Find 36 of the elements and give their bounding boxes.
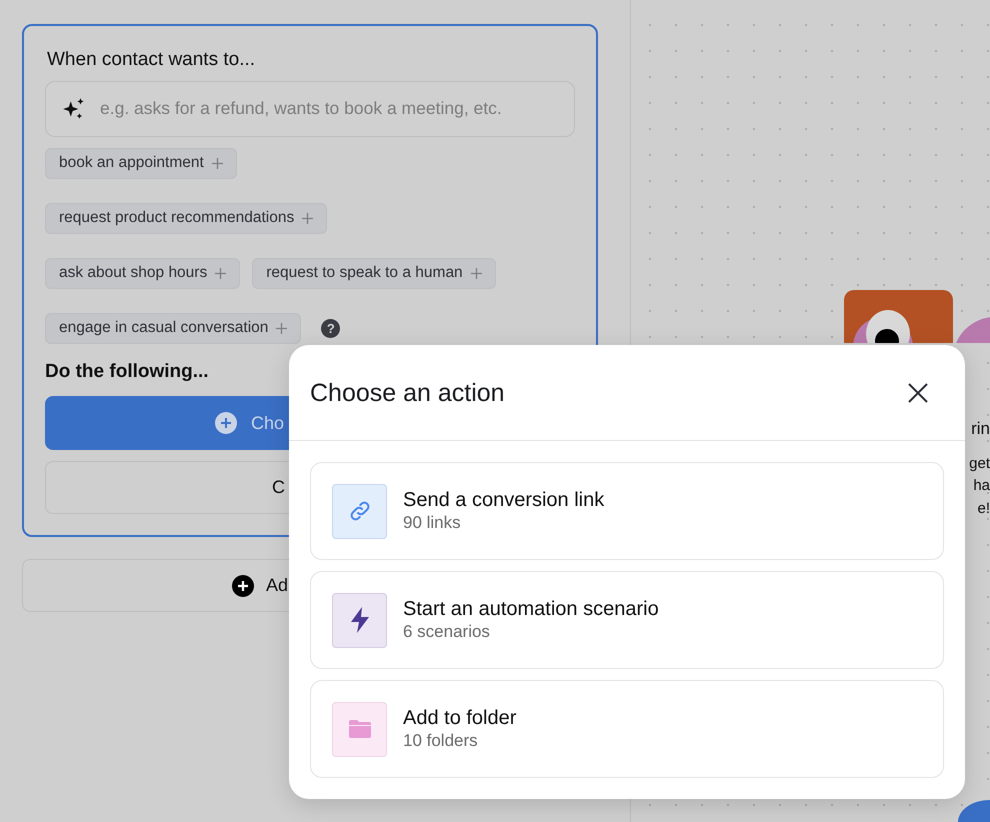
floating-button[interactable] [958,800,990,822]
lightning-icon [348,607,370,633]
plus-circle-icon [232,574,254,596]
heading-text: rin [971,420,990,437]
plus-icon [212,158,223,170]
close-button[interactable] [907,382,929,404]
suggestion-chip[interactable]: engage in casual conversation [45,312,302,344]
option-title: Add to folder [403,706,516,730]
dialog-title: Choose an action [310,378,505,408]
body-text: ha [973,478,990,493]
suggestion-chip[interactable]: ask about shop hours [45,258,240,288]
body-text: e! [977,501,990,516]
suggestion-chip[interactable]: request product recommendations [45,202,328,234]
suggestion-chip[interactable]: request to speak to a human [252,258,496,288]
option-title: Start an automation scenario [403,596,659,621]
option-subtitle: 10 folders [403,730,479,752]
option-subtitle: 6 scenarios [403,620,491,643]
action-option[interactable]: Start an automation scenario 6 scenarios [310,571,944,669]
plus-icon [302,213,314,224]
section-title: When contact wants to... [47,48,256,72]
close-icon [907,382,929,404]
body-text: get [969,456,990,471]
folder-icon [348,719,372,739]
plus-circle-icon [215,412,237,434]
option-subtitle: 90 links [403,512,462,534]
link-icon [348,499,372,523]
action-option[interactable]: Send a conversion link 90 links [310,462,944,560]
intent-input-field[interactable]: e.g. asks for a refund, wants to book a meeting, etc. [45,80,575,136]
section-title: Do the following... [45,360,210,384]
action-option[interactable]: Add to folder 10 folders [310,680,944,778]
plus-icon [276,323,288,334]
plus-icon [470,268,482,280]
help-icon[interactable]: ? [321,318,340,338]
plus-icon [215,268,226,280]
option-title: Send a conversion link [403,488,604,512]
suggestion-chip[interactable]: book an appointment [45,148,237,178]
